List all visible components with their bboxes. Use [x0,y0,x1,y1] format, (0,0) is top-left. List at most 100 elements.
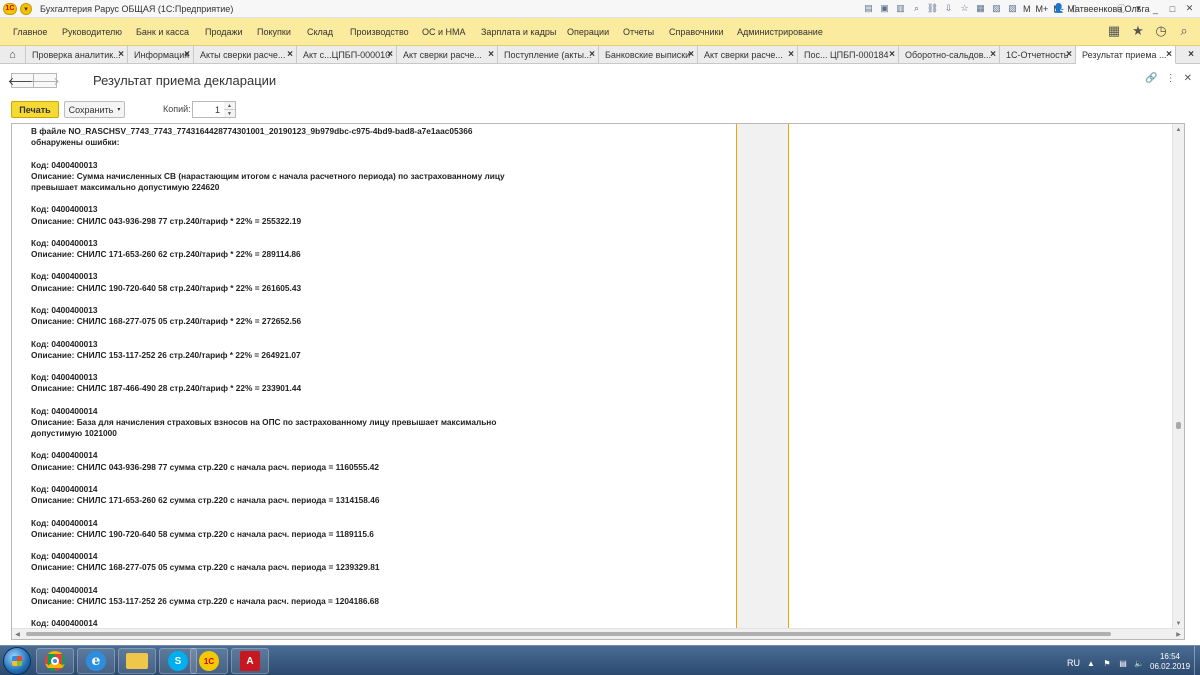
start-button[interactable] [3,647,31,675]
tab-item[interactable]: Акт сверки расче... × [397,46,498,64]
menu-item-production[interactable]: Производство [350,27,409,37]
close-icon[interactable]: × [387,49,393,60]
scroll-thumb[interactable] [1176,422,1181,429]
vertical-scrollbar[interactable]: ▲ ▼ [1172,124,1184,629]
menu-item-bank[interactable]: Банк и касса [136,27,189,37]
close-icon[interactable]: × [990,49,996,60]
close-icon[interactable]: × [118,49,124,60]
minimize-button[interactable]: _ [1149,2,1162,15]
menu-item-purchases[interactable]: Покупки [257,27,291,37]
copies-input[interactable] [192,101,225,118]
close-icon[interactable]: × [589,49,595,60]
taskbar-chrome[interactable] [36,648,74,674]
stepper-down-icon[interactable]: ▼ [224,110,235,117]
tab-item[interactable]: Акт сверки расче... × [698,46,798,64]
copies-stepper[interactable]: ▲ ▼ [224,101,236,118]
menu-item-operations[interactable]: Операции [567,27,609,37]
document-line: Описание: СНИЛС 153-117-252 26 стр.240/т… [31,349,301,360]
tab-item[interactable]: Пос... ЦПБП-000184 × [798,46,899,64]
save-button[interactable]: Сохранить ▾ [64,101,125,118]
flag-icon[interactable]: ⚑ [1102,658,1112,668]
menu-item-references[interactable]: Справочники [669,27,724,37]
close-icon[interactable]: × [688,49,694,60]
menu-item-warehouse[interactable]: Склад [307,27,333,37]
expand-tray-icon[interactable]: ▲ [1086,658,1096,668]
title-toolbar: ▤ ▣ ▥ ⌕ ⛓ ⇩ ☆ ▦ ▧ ▨ M M+ M- ▯ [862,2,1081,15]
language-indicator[interactable]: RU [1067,658,1080,668]
scroll-left-icon[interactable]: ◀ [12,629,23,639]
close-icon[interactable]: × [488,49,494,60]
close-button[interactable]: ✕ [1183,2,1196,15]
menu-item-main[interactable]: Главное [13,27,47,37]
forward-button[interactable]: 🡒 [30,73,60,88]
tab-item[interactable]: Поступление (акты... × [498,46,599,64]
download-icon[interactable]: ⇩ [942,2,955,15]
close-icon[interactable]: ✕ [1184,73,1192,84]
volume-icon[interactable]: 🔈 [1134,658,1144,668]
tab-item[interactable]: Акт с...ЦПБП-000010 × [297,46,397,64]
close-icon[interactable]: × [889,49,895,60]
home-icon[interactable]: ⌂ [0,46,26,64]
taskbar-1c[interactable]: 1С [190,648,228,674]
skype-icon: S [168,651,188,671]
app-menu-icon[interactable]: ▾ [20,2,32,15]
taskbar-file-explorer[interactable] [118,648,156,674]
tab-item[interactable]: 1С-Отчетность × [1000,46,1076,64]
tab-item[interactable]: Оборотно-сальдов... × [899,46,1000,64]
network-icon[interactable]: ▤ [1118,658,1128,668]
horizontal-scrollbar[interactable]: ◀ ▶ [12,628,1184,639]
tab-item[interactable]: Информация × [128,46,194,64]
close-all-icon[interactable]: × [1188,49,1194,60]
calendar-icon[interactable]: ▧ [990,2,1003,15]
menu-item-manager[interactable]: Руководителю [62,27,122,37]
chevron-down-icon: ▾ [117,107,121,113]
menu-item-assets[interactable]: ОС и НМА [422,27,466,37]
stepper-up-icon[interactable]: ▲ [224,102,235,110]
close-icon[interactable]: × [287,49,293,60]
save-icon[interactable]: ▣ [878,2,891,15]
close-icon[interactable]: × [1066,49,1072,60]
close-icon[interactable]: × [788,49,794,60]
scroll-up-icon[interactable]: ▲ [1173,124,1184,135]
memory-button[interactable]: M [1022,2,1032,15]
1c-logo-icon[interactable]: 1С [3,2,17,15]
search-icon[interactable]: ⌕ [910,2,923,15]
preview-icon[interactable]: ▥ [894,2,907,15]
tab-item[interactable]: Проверка аналитик... × [26,46,128,64]
tab-item-active[interactable]: Результат приема ... × [1076,46,1176,64]
menu-item-reports[interactable]: Отчеты [623,27,654,37]
maximize-button[interactable]: □ [1166,2,1179,15]
taskbar-internet-explorer[interactable]: e [77,648,115,674]
print-button[interactable]: Печать [11,101,59,118]
tab-item[interactable]: Банковские выписки × [599,46,698,64]
more-icon[interactable]: ⋮ [1166,73,1176,84]
info-icon[interactable]: ⓘ [1115,2,1128,15]
favorites-star-icon[interactable]: ★ [1129,22,1147,40]
dropdown-icon[interactable]: ▾ [1132,2,1145,15]
search-icon[interactable]: ⌕ [1175,22,1193,40]
menu-item-sales[interactable]: Продажи [205,27,243,37]
menu-item-administration[interactable]: Администрирование [737,27,823,37]
close-icon[interactable]: × [184,49,190,60]
calculator-icon[interactable]: ▨ [1006,2,1019,15]
spreadsheet-document[interactable]: В файле NO_RASCHSV_7743_7743_77431644287… [11,123,1185,640]
close-icon[interactable]: × [1166,49,1172,60]
print-icon[interactable]: ▤ [862,2,875,15]
link-icon[interactable]: 🔗 [1145,73,1157,84]
link-icon[interactable]: ⛓ [926,2,939,15]
history-icon[interactable]: ◷ [1152,22,1170,40]
scroll-right-icon[interactable]: ▶ [1173,629,1184,639]
all-functions-icon[interactable]: ▦ [1105,22,1123,40]
menu-item-salary[interactable]: Зарплата и кадры [481,27,556,37]
taskbar-acrobat[interactable]: A [231,648,269,674]
memory-plus-button[interactable]: M+ [1035,2,1050,15]
tab-item[interactable]: Акты сверки расче... × [194,46,297,64]
document-line: Код: 0400400014 [31,484,98,494]
grid-icon[interactable]: ▦ [974,2,987,15]
show-desktop-button[interactable] [1194,646,1200,675]
favorite-icon[interactable]: ☆ [958,2,971,15]
scroll-thumb[interactable] [26,632,1111,636]
system-clock[interactable]: 16:54 06.02.2019 [1150,652,1190,672]
